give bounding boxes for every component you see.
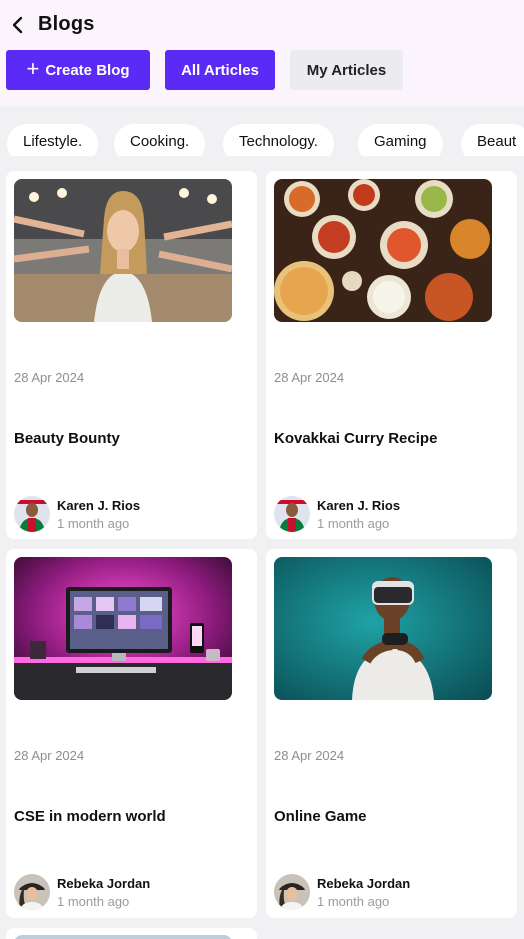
app-header: Blogs + Create Blog All Articles My Arti…	[0, 0, 524, 106]
woman-makeup-photo	[14, 179, 232, 322]
article-date: 28 Apr 2024	[274, 748, 345, 763]
article-title: Kovakkai Curry Recipe	[274, 430, 438, 447]
article-card[interactable]: 28 Apr 2024 Beauty Bounty Karen J. Rios …	[6, 171, 257, 539]
article-title: Beauty Bounty	[14, 430, 120, 447]
article-card[interactable]: 28 Apr 2024 Kovakkai Curry Recipe Karen …	[266, 171, 517, 539]
page-title: Blogs	[38, 13, 95, 35]
category-chip-lifestyle[interactable]: Lifestyle.	[7, 124, 99, 156]
all-articles-tab[interactable]: All Articles	[165, 50, 275, 90]
author-name: Karen J. Rios	[317, 498, 401, 513]
my-articles-label: My Articles	[306, 61, 387, 79]
article-date: 28 Apr 2024	[274, 370, 345, 385]
create-blog-label: Create Blog	[45, 61, 130, 79]
post-time: 1 month ago	[317, 516, 390, 531]
back-arrow-icon[interactable]	[8, 14, 30, 36]
author-name: Karen J. Rios	[57, 498, 141, 513]
create-blog-button[interactable]: + Create Blog	[6, 50, 150, 90]
all-articles-label: All Articles	[181, 61, 259, 79]
author-name: Rebeka Jordan	[57, 876, 151, 891]
pink-desk-setup-photo	[14, 557, 232, 700]
article-image-partial	[14, 935, 232, 939]
category-chip-technology[interactable]: Technology.	[223, 124, 334, 156]
article-card[interactable]: 28 Apr 2024 CSE in modern world Rebeka J…	[6, 549, 257, 918]
post-time: 1 month ago	[317, 894, 390, 909]
author-avatar	[14, 874, 50, 910]
vr-gamer-photo	[274, 557, 492, 700]
article-title: CSE in modern world	[14, 808, 166, 825]
indian-food-photo	[274, 179, 492, 322]
article-card-partial[interactable]	[6, 928, 257, 939]
author-avatar	[14, 496, 50, 532]
post-time: 1 month ago	[57, 516, 130, 531]
author-avatar	[274, 874, 310, 910]
author-name: Rebeka Jordan	[317, 876, 411, 891]
my-articles-tab[interactable]: My Articles	[290, 50, 403, 90]
category-chip-beauty[interactable]: Beaut	[461, 124, 524, 156]
category-chip-gaming[interactable]: Gaming	[358, 124, 443, 156]
category-chips: Lifestyle. Cooking. Technology. Gaming B…	[0, 124, 524, 156]
category-chip-cooking[interactable]: Cooking.	[114, 124, 206, 156]
article-title: Online Game	[274, 808, 367, 825]
plus-icon: +	[26, 56, 40, 81]
author-avatar	[274, 496, 310, 532]
article-date: 28 Apr 2024	[14, 748, 85, 763]
article-date: 28 Apr 2024	[14, 370, 85, 385]
article-card[interactable]: 28 Apr 2024 Online Game Rebeka Jordan 1 …	[266, 549, 517, 918]
post-time: 1 month ago	[57, 894, 130, 909]
